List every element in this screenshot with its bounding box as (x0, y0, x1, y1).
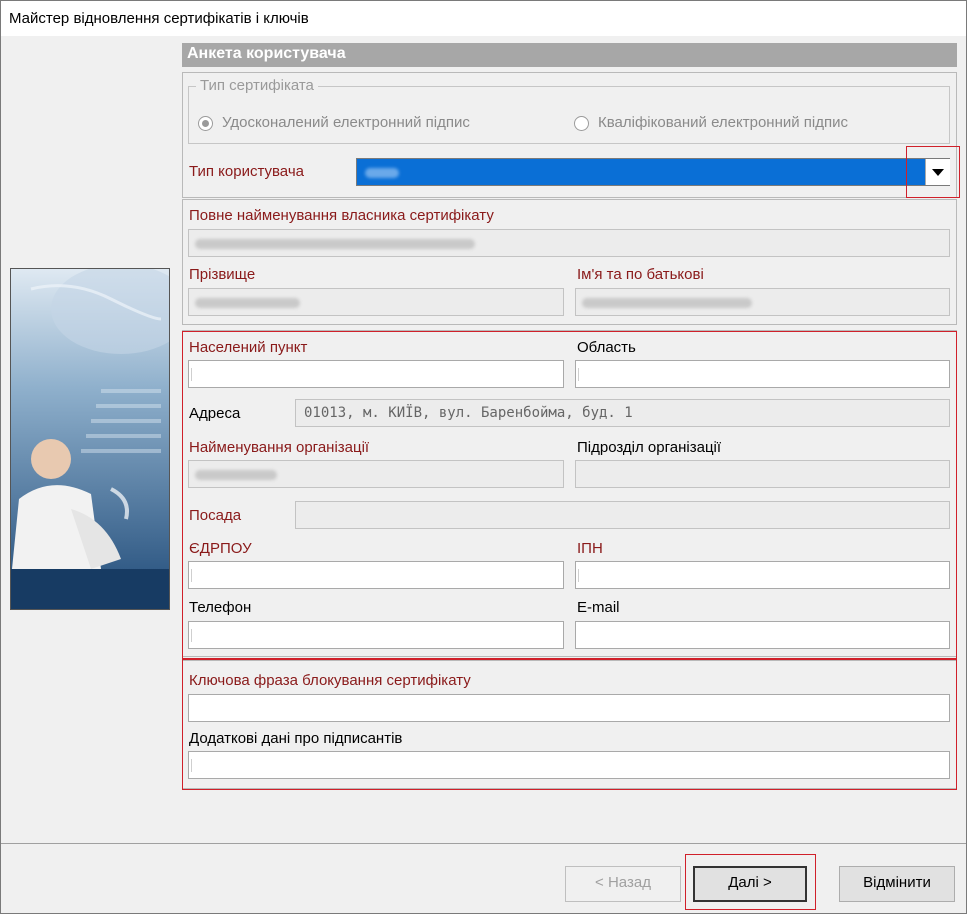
title-bar: Майстер відновлення сертифікатів і ключі… (1, 1, 966, 36)
city-input[interactable] (188, 360, 564, 388)
organization-redacted (195, 470, 277, 480)
address-field[interactable]: 01013, м. КИЇВ, вул. Баренбойма, буд. 1 (295, 399, 950, 427)
radio-advanced-label: Удосконалений електронний підпис (222, 114, 470, 131)
department-field[interactable] (575, 460, 950, 488)
organization-label: Найменування організації (189, 439, 370, 456)
caret (191, 629, 192, 642)
edrpou-label: ЄДРПОУ (189, 540, 252, 557)
full-name-label: Повне найменування власника сертифікату (189, 207, 494, 224)
caret (191, 759, 192, 772)
dropdown-highlight (906, 146, 960, 198)
caret (191, 368, 192, 381)
radio-icon[interactable] (198, 116, 213, 131)
address-label: Адреса (189, 405, 241, 422)
phone-label: Телефон (189, 599, 252, 616)
footer-separator (1, 843, 966, 844)
edrpou-input[interactable] (188, 561, 564, 589)
surname-redacted (195, 298, 300, 308)
given-names-field[interactable] (575, 288, 950, 316)
organization-field[interactable] (188, 460, 564, 488)
signers-label: Додаткові дані про підписантів (189, 730, 403, 747)
department-label: Підрозділ організації (577, 439, 722, 456)
position-field[interactable] (295, 501, 950, 529)
radio-qualified-label: Кваліфікований електронний підпис (598, 114, 848, 131)
passphrase-label: Ключова фраза блокування сертифікату (189, 672, 471, 689)
user-type-combobox[interactable] (356, 158, 950, 186)
region-input[interactable] (575, 360, 950, 388)
user-type-redacted (365, 168, 399, 178)
radio-icon[interactable] (574, 116, 589, 131)
back-button[interactable]: < Назад (565, 866, 681, 902)
ipn-input[interactable] (575, 561, 950, 589)
wizard-illustration (10, 268, 170, 610)
email-label: E-mail (577, 599, 620, 616)
city-label: Населений пункт (189, 339, 308, 356)
user-type-label: Тип користувача (189, 163, 304, 180)
caret (191, 569, 192, 582)
caret (578, 569, 579, 582)
full-name-field[interactable] (188, 229, 950, 257)
given-names-label: Ім'я та по батькові (577, 266, 704, 283)
phone-input[interactable] (188, 621, 564, 649)
position-label: Посада (189, 507, 242, 524)
surname-field[interactable] (188, 288, 564, 316)
given-names-redacted (582, 298, 752, 308)
address-value: 01013, м. КИЇВ, вул. Баренбойма, буд. 1 (304, 405, 633, 421)
cert-type-legend: Тип сертифіката (196, 77, 318, 94)
illustration-graphic (11, 269, 169, 609)
surname-label: Прізвище (189, 266, 256, 283)
caret (578, 368, 579, 381)
passphrase-input[interactable] (188, 694, 950, 722)
cancel-button[interactable]: Відмінити (839, 866, 955, 902)
ipn-label: ІПН (577, 540, 603, 557)
window-title: Майстер відновлення сертифікатів і ключі… (9, 10, 309, 27)
section-header: Анкета користувача (182, 43, 957, 67)
signers-input[interactable] (188, 751, 950, 779)
cancel-button-label: Відмінити (863, 874, 931, 891)
section-title: Анкета користувача (187, 45, 346, 62)
region-label: Область (577, 339, 636, 356)
back-button-label: < Назад (595, 874, 651, 891)
next-highlight (685, 854, 816, 910)
email-input[interactable] (575, 621, 950, 649)
full-name-redacted (195, 239, 475, 249)
